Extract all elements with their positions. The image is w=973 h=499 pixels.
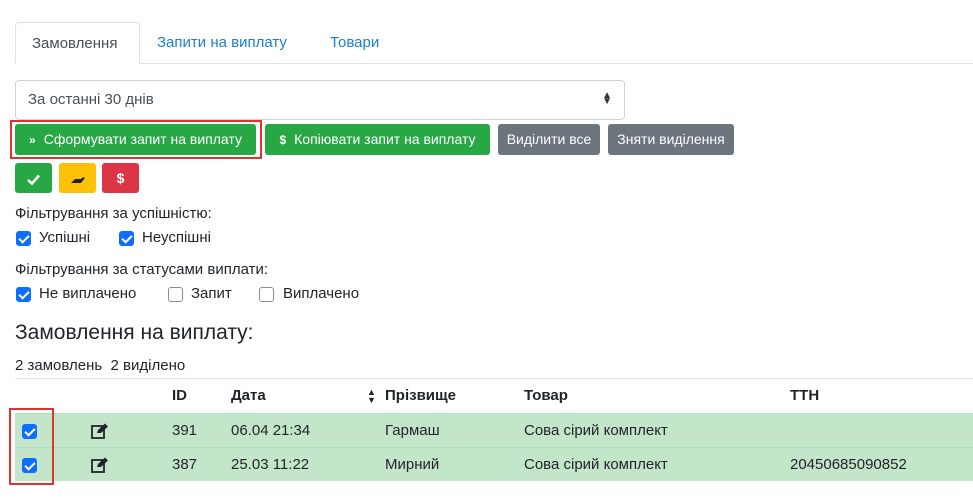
mark-request-button[interactable] <box>59 163 96 193</box>
checkbox-paid[interactable] <box>259 287 274 302</box>
column-header-product[interactable]: Товар <box>524 387 568 404</box>
checkbox-paid-label: Виплачено <box>283 285 360 302</box>
unselect-button[interactable]: Зняти виділення <box>608 124 734 155</box>
edit-icon[interactable] <box>91 457 109 473</box>
tab-bar: Замовлення Запити на виплату Товари <box>15 22 973 64</box>
section-title: Замовлення на виплату: <box>15 321 254 344</box>
cell-id: 391 <box>172 422 198 439</box>
dollar-icon: $ <box>116 170 125 186</box>
select-all-button[interactable]: Виділити все <box>498 124 600 155</box>
chevrons-down-icon: » <box>29 133 36 147</box>
table-row: 391 06.04 21:34 Гармаш Сова сірий компле… <box>15 413 973 447</box>
column-header-date[interactable]: Дата <box>231 387 266 404</box>
cell-date: 25.03 11:22 <box>231 456 310 473</box>
order-counts: 2 замовлень 2 виділено <box>15 357 186 374</box>
table-row: 387 25.03 11:22 Мирний Сова сірий компле… <box>15 447 973 481</box>
copy-payout-request-button[interactable]: $ Копіювати запит на виплату <box>265 124 490 155</box>
filter-success-label: Фільтрування за успішністю: <box>15 205 212 222</box>
period-select[interactable]: За останні 30 днів ▲ ▼ <box>15 80 625 120</box>
sort-icon[interactable]: ▲ ▼ <box>367 388 376 405</box>
cell-product: Сова сірий комплект <box>524 422 668 439</box>
column-header-ttn[interactable]: ТТН <box>790 387 819 404</box>
cell-date: 06.04 21:34 <box>231 422 311 439</box>
table-divider <box>15 378 973 379</box>
mark-success-button[interactable] <box>15 163 52 193</box>
row-select-checkbox[interactable] <box>22 458 37 473</box>
cell-surname: Гармаш <box>385 422 440 439</box>
form-payout-request-label: Сформувати запит на виплату <box>43 131 242 147</box>
tab-payout-requests[interactable]: Запити на виплату <box>141 22 303 64</box>
copy-payout-request-label: Копіювати запит на виплату <box>294 131 476 147</box>
tab-orders[interactable]: Замовлення <box>15 22 140 64</box>
tab-products[interactable]: Товари <box>314 22 395 64</box>
sort-arrows-icon: ▲ ▼ <box>602 90 612 108</box>
cell-product: Сова сірий комплект <box>524 456 668 473</box>
edit-icon[interactable] <box>91 423 109 439</box>
checkbox-unsuccessful-label: Неуспішні <box>142 229 211 246</box>
filter-status-label: Фільтрування за статусами виплати: <box>15 261 269 278</box>
hand-dollar-icon: $ <box>279 133 287 147</box>
checkbox-successful[interactable] <box>16 231 31 246</box>
checkbox-unsuccessful[interactable] <box>119 231 134 246</box>
form-payout-request-button[interactable]: » Сформувати запит на виплату <box>15 124 256 155</box>
mark-paid-button[interactable]: $ <box>102 163 139 193</box>
checkbox-not-paid[interactable] <box>16 287 31 302</box>
checkbox-request[interactable] <box>168 287 183 302</box>
cell-surname: Мирний <box>385 456 440 473</box>
hand-icon <box>70 176 85 183</box>
checkbox-successful-label: Успішні <box>39 229 91 246</box>
checkbox-not-paid-label: Не виплачено <box>39 285 137 302</box>
period-select-value: За останні 30 днів <box>28 91 154 108</box>
column-header-surname[interactable]: Прізвище <box>385 387 456 404</box>
column-header-id[interactable]: ID <box>172 387 187 404</box>
cell-ttn: 20450685090852 <box>790 456 907 473</box>
cell-id: 387 <box>172 456 198 473</box>
row-select-checkbox[interactable] <box>22 424 37 439</box>
checkbox-request-label: Запит <box>191 285 232 302</box>
check-icon <box>27 174 40 186</box>
